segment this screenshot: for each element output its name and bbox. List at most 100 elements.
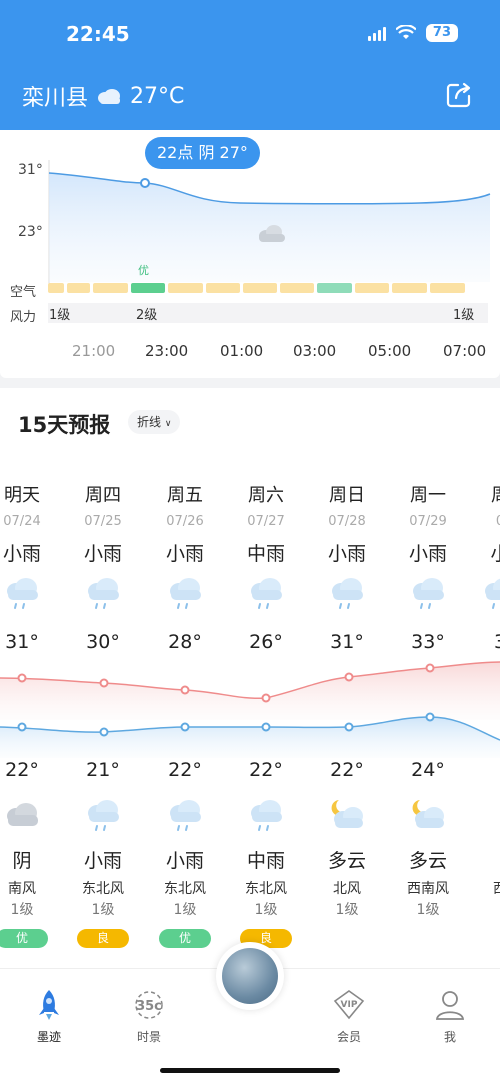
day-name: 明天 — [4, 485, 40, 506]
low-temp: 22° — [5, 759, 39, 781]
high-temp-point — [425, 663, 435, 673]
wind-direction: 东北风 — [82, 881, 124, 897]
day-condition: 小雨 — [2, 543, 41, 565]
hourly-wind-level: 1级 — [453, 308, 475, 323]
hourly-wind-bar — [48, 303, 488, 323]
home-indicator — [160, 1068, 340, 1073]
rain-cloud-icon — [88, 578, 119, 609]
sky-photo — [222, 948, 278, 1004]
low-temp-area — [0, 717, 500, 758]
hourly-y-min: 23° — [18, 224, 43, 240]
night-condition: 小雨 — [83, 850, 122, 872]
wind-direction: 西南风 — [407, 881, 449, 897]
aqi-segment — [280, 283, 314, 293]
hour-label: 07:00 — [443, 342, 487, 360]
forecast-title: 15天预报 — [18, 413, 111, 437]
chevron-down-icon: ∨ — [164, 419, 172, 429]
wind-level: 1级 — [91, 902, 115, 918]
scene-35c-icon: 35c — [135, 991, 163, 1019]
high-temp-point — [261, 693, 271, 703]
aqi-segment — [206, 283, 240, 293]
wind-direction: 南风 — [8, 881, 36, 897]
high-temp-point — [99, 678, 109, 688]
rain-cloud-icon — [251, 800, 282, 831]
day-date: 07/29 — [409, 514, 447, 529]
low-temp: 24° — [411, 759, 445, 781]
low-temp-point — [180, 722, 190, 732]
day-name: 周一 — [410, 485, 446, 506]
high-temp-point — [344, 672, 354, 682]
aqi-segment — [168, 283, 203, 293]
low-temp-point — [261, 722, 271, 732]
nav-item-me[interactable]: 我 — [420, 988, 480, 1045]
night-condition: 多云 — [327, 850, 366, 872]
day-name: 周五 — [167, 485, 203, 506]
night-condition: 阴 — [12, 850, 32, 872]
wind-level: 1级 — [335, 902, 359, 918]
day-condition: 小 — [490, 543, 500, 565]
high-temp-area — [0, 662, 500, 720]
day-condition: 小雨 — [327, 543, 366, 565]
low-temp: 22° — [168, 759, 202, 781]
rain-cloud-icon — [251, 578, 282, 609]
aqi-badge: 优 — [159, 929, 211, 948]
low-temp-point — [17, 722, 27, 732]
aqi-segment — [430, 283, 465, 293]
day-date: 0 — [465, 514, 500, 529]
wind-level: 1级 — [416, 902, 440, 918]
nav-label: 我 — [443, 1030, 456, 1044]
day-date: 07/27 — [247, 514, 285, 529]
wind-direction: 北风 — [333, 881, 361, 897]
nav-item-moji[interactable]: 墨迹 — [19, 988, 79, 1045]
hourly-y-max: 31° — [18, 162, 43, 178]
rain-cloud-icon — [170, 578, 201, 609]
hourly-aqi-label: 优 — [138, 264, 149, 277]
low-temp-point — [99, 727, 109, 737]
day-condition: 小雨 — [408, 543, 447, 565]
hour-label: 03:00 — [293, 342, 337, 360]
day-date: 07/26 — [166, 514, 204, 529]
nav-item-vip[interactable]: VIP 会员 — [319, 988, 379, 1045]
partly-cloudy-night-icon — [412, 800, 444, 828]
air-row-label: 空气 — [10, 285, 37, 300]
nav-item-shijing[interactable]: 35c 时景 — [119, 988, 179, 1045]
day-name: 周四 — [85, 485, 121, 506]
hourly-tooltip: 22点 阴 27° — [145, 137, 260, 169]
low-temp: 22° — [249, 759, 283, 781]
user-icon — [435, 991, 465, 1020]
chart-mode-toggle[interactable]: 折线 ∨ — [128, 410, 181, 434]
night-condition: 小雨 — [165, 850, 204, 872]
hourly-wind-level: 1级 — [49, 308, 71, 323]
low-temp-point — [344, 722, 354, 732]
aqi-segment — [355, 283, 389, 293]
hourly-current-point — [140, 178, 150, 188]
wind-direction: 东北风 — [245, 881, 287, 897]
vip-diamond-icon: VIP — [333, 990, 365, 1020]
wind-row-label: 风力 — [10, 310, 37, 325]
hour-label: 01:00 — [220, 342, 264, 360]
forecast-temp-chart — [0, 661, 500, 758]
aqi-segment — [392, 283, 427, 293]
center-sky-button[interactable] — [216, 942, 284, 1010]
rain-cloud-icon — [170, 800, 201, 831]
wind-level: 1级 — [254, 902, 278, 918]
low-temp: 21° — [86, 759, 120, 781]
low-temp: 22° — [330, 759, 364, 781]
day-name: 周 — [465, 481, 500, 507]
rain-cloud-icon — [332, 578, 363, 609]
aqi-segment — [48, 283, 64, 293]
day-date: 07/25 — [84, 514, 122, 529]
day-name: 周六 — [248, 485, 284, 506]
rain-cloud-icon — [88, 800, 119, 831]
day-condition: 中雨 — [246, 543, 285, 565]
aqi-badge: 优 — [0, 929, 48, 948]
nav-label: 时景 — [136, 1030, 161, 1044]
aqi-segment — [131, 283, 165, 293]
night-condition: 多云 — [408, 850, 447, 872]
rain-cloud-icon — [7, 578, 38, 609]
hourly-wind-level: 2级 — [136, 308, 158, 323]
nav-label: 墨迹 — [36, 1030, 61, 1044]
low-temp-point — [425, 712, 435, 722]
high-temp-point — [17, 673, 27, 683]
rocket-icon — [39, 990, 59, 1020]
